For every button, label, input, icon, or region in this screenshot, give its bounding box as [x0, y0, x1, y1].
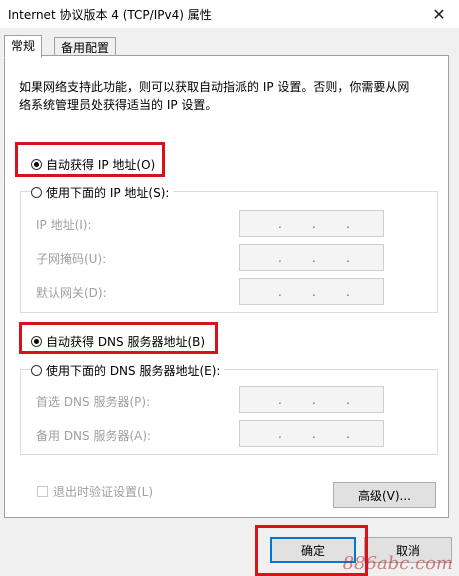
- ip-dot: .: [312, 393, 316, 407]
- manual-dns-radio[interactable]: 使用下面的 DNS 服务器地址(E):: [31, 362, 225, 379]
- auto-ip-radio[interactable]: 自动获得 IP 地址(O): [31, 156, 155, 173]
- ip-dot: .: [278, 217, 282, 231]
- close-icon[interactable]: ✕: [419, 0, 459, 28]
- ip-dot: .: [346, 427, 350, 441]
- manual-ip-label: 使用下面的 IP 地址(S):: [46, 186, 170, 200]
- validate-on-exit[interactable]: 退出时验证设置(L): [37, 483, 153, 500]
- ip-dot: .: [312, 217, 316, 231]
- intro-text: 如果网络支持此功能，则可以获取自动指派的 IP 设置。否则，你需要从网络系统管理…: [19, 80, 410, 112]
- watermark: 886abc.com: [342, 553, 453, 574]
- ip-dot: .: [346, 393, 350, 407]
- ip-dot: .: [278, 285, 282, 299]
- preferred-dns-input[interactable]: . . .: [239, 386, 384, 413]
- advanced-button[interactable]: 高级(V)...: [333, 482, 436, 508]
- ip-address-input[interactable]: . . .: [239, 210, 384, 237]
- auto-ip-radio-button[interactable]: [31, 159, 42, 170]
- ip-dot: .: [346, 285, 350, 299]
- manual-dns-radio-button[interactable]: [31, 365, 42, 376]
- alternate-dns-label: 备用 DNS 服务器(A):: [36, 429, 152, 443]
- validate-checkbox[interactable]: [37, 486, 48, 497]
- subnet-mask-input[interactable]: . . .: [239, 244, 384, 271]
- ip-address-label: IP 地址(I):: [36, 218, 92, 232]
- ip-dot: .: [278, 251, 282, 265]
- ip-dot: .: [278, 393, 282, 407]
- ip-dot: .: [312, 251, 316, 265]
- tab-general[interactable]: 常规: [4, 35, 43, 58]
- manual-ip-radio-button[interactable]: [31, 187, 42, 198]
- ip-dot: .: [312, 427, 316, 441]
- window-title: Internet 协议版本 4 (TCP/IPv4) 属性: [8, 8, 212, 22]
- auto-dns-radio[interactable]: 自动获得 DNS 服务器地址(B): [31, 333, 205, 350]
- default-gateway-input[interactable]: . . .: [239, 278, 384, 305]
- auto-dns-radio-button[interactable]: [31, 336, 42, 347]
- ip-dot: .: [278, 427, 282, 441]
- preferred-dns-label: 首选 DNS 服务器(P):: [36, 395, 151, 409]
- ip-dot: .: [346, 251, 350, 265]
- default-gateway-label: 默认网关(D):: [36, 286, 107, 300]
- manual-ip-radio[interactable]: 使用下面的 IP 地址(S):: [31, 184, 174, 201]
- ip-dot: .: [312, 285, 316, 299]
- auto-ip-label: 自动获得 IP 地址(O): [46, 158, 156, 172]
- validate-label: 退出时验证设置(L): [53, 485, 154, 499]
- subnet-mask-label: 子网掩码(U):: [36, 252, 107, 266]
- ip-dot: .: [346, 217, 350, 231]
- alternate-dns-input[interactable]: . . .: [239, 420, 384, 447]
- auto-dns-label: 自动获得 DNS 服务器地址(B): [46, 335, 206, 349]
- manual-dns-label: 使用下面的 DNS 服务器地址(E):: [46, 364, 221, 378]
- title-bar: Internet 协议版本 4 (TCP/IPv4) 属性 ✕: [0, 0, 459, 28]
